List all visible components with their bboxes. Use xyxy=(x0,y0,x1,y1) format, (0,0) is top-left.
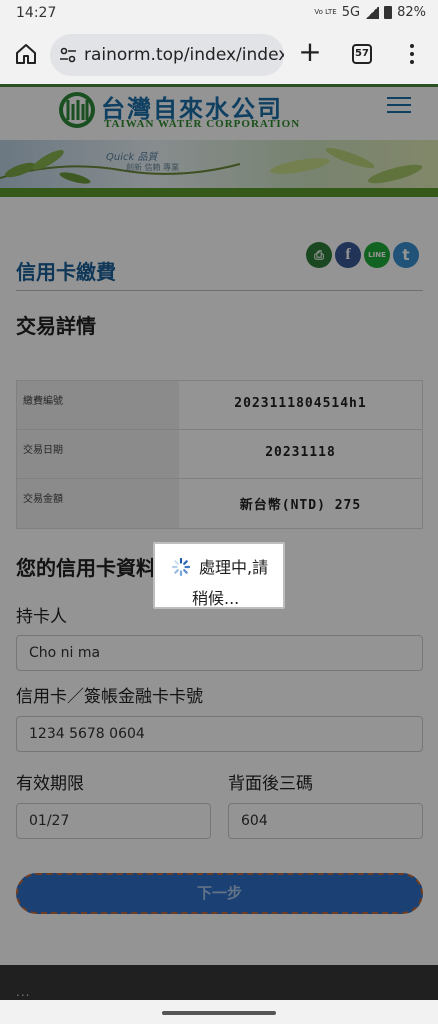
home-gesture-handle[interactable] xyxy=(162,1011,276,1015)
dialog-message-line1: 處理中,請 xyxy=(199,558,269,577)
browser-toolbar: rainorm.top/index/index/i + 57 xyxy=(0,28,438,84)
new-tab-plus-icon[interactable]: + xyxy=(298,38,322,66)
home-icon[interactable] xyxy=(14,42,38,66)
gesture-navigation-bar xyxy=(0,1000,438,1024)
overflow-menu-icon[interactable] xyxy=(406,42,418,66)
network-type: 5G xyxy=(341,5,361,20)
dialog-message-line2: 稍候... xyxy=(192,589,240,608)
status-indicators: Vo LTE 5G 82% xyxy=(314,5,426,20)
site-settings-icon[interactable] xyxy=(59,47,77,63)
loading-spinner-icon xyxy=(171,557,191,577)
status-time: 14:27 xyxy=(16,5,57,21)
status-bar: 14:27 Vo LTE 5G 82% xyxy=(0,0,438,28)
volte-icon: Vo LTE xyxy=(314,8,337,16)
processing-dialog: 處理中,請 稍候... xyxy=(153,542,285,609)
page-footer: ... xyxy=(0,965,438,1000)
address-bar[interactable]: rainorm.top/index/index/i xyxy=(50,34,284,76)
signal-icon xyxy=(365,6,380,19)
tab-switcher-icon[interactable]: 57 xyxy=(352,44,372,64)
tab-count: 57 xyxy=(355,48,369,59)
url-text: rainorm.top/index/index/i xyxy=(84,45,284,65)
footer-dots: ... xyxy=(16,985,31,999)
battery-icon xyxy=(384,6,393,19)
modal-overlay xyxy=(0,84,438,965)
battery-level: 82% xyxy=(397,5,426,20)
